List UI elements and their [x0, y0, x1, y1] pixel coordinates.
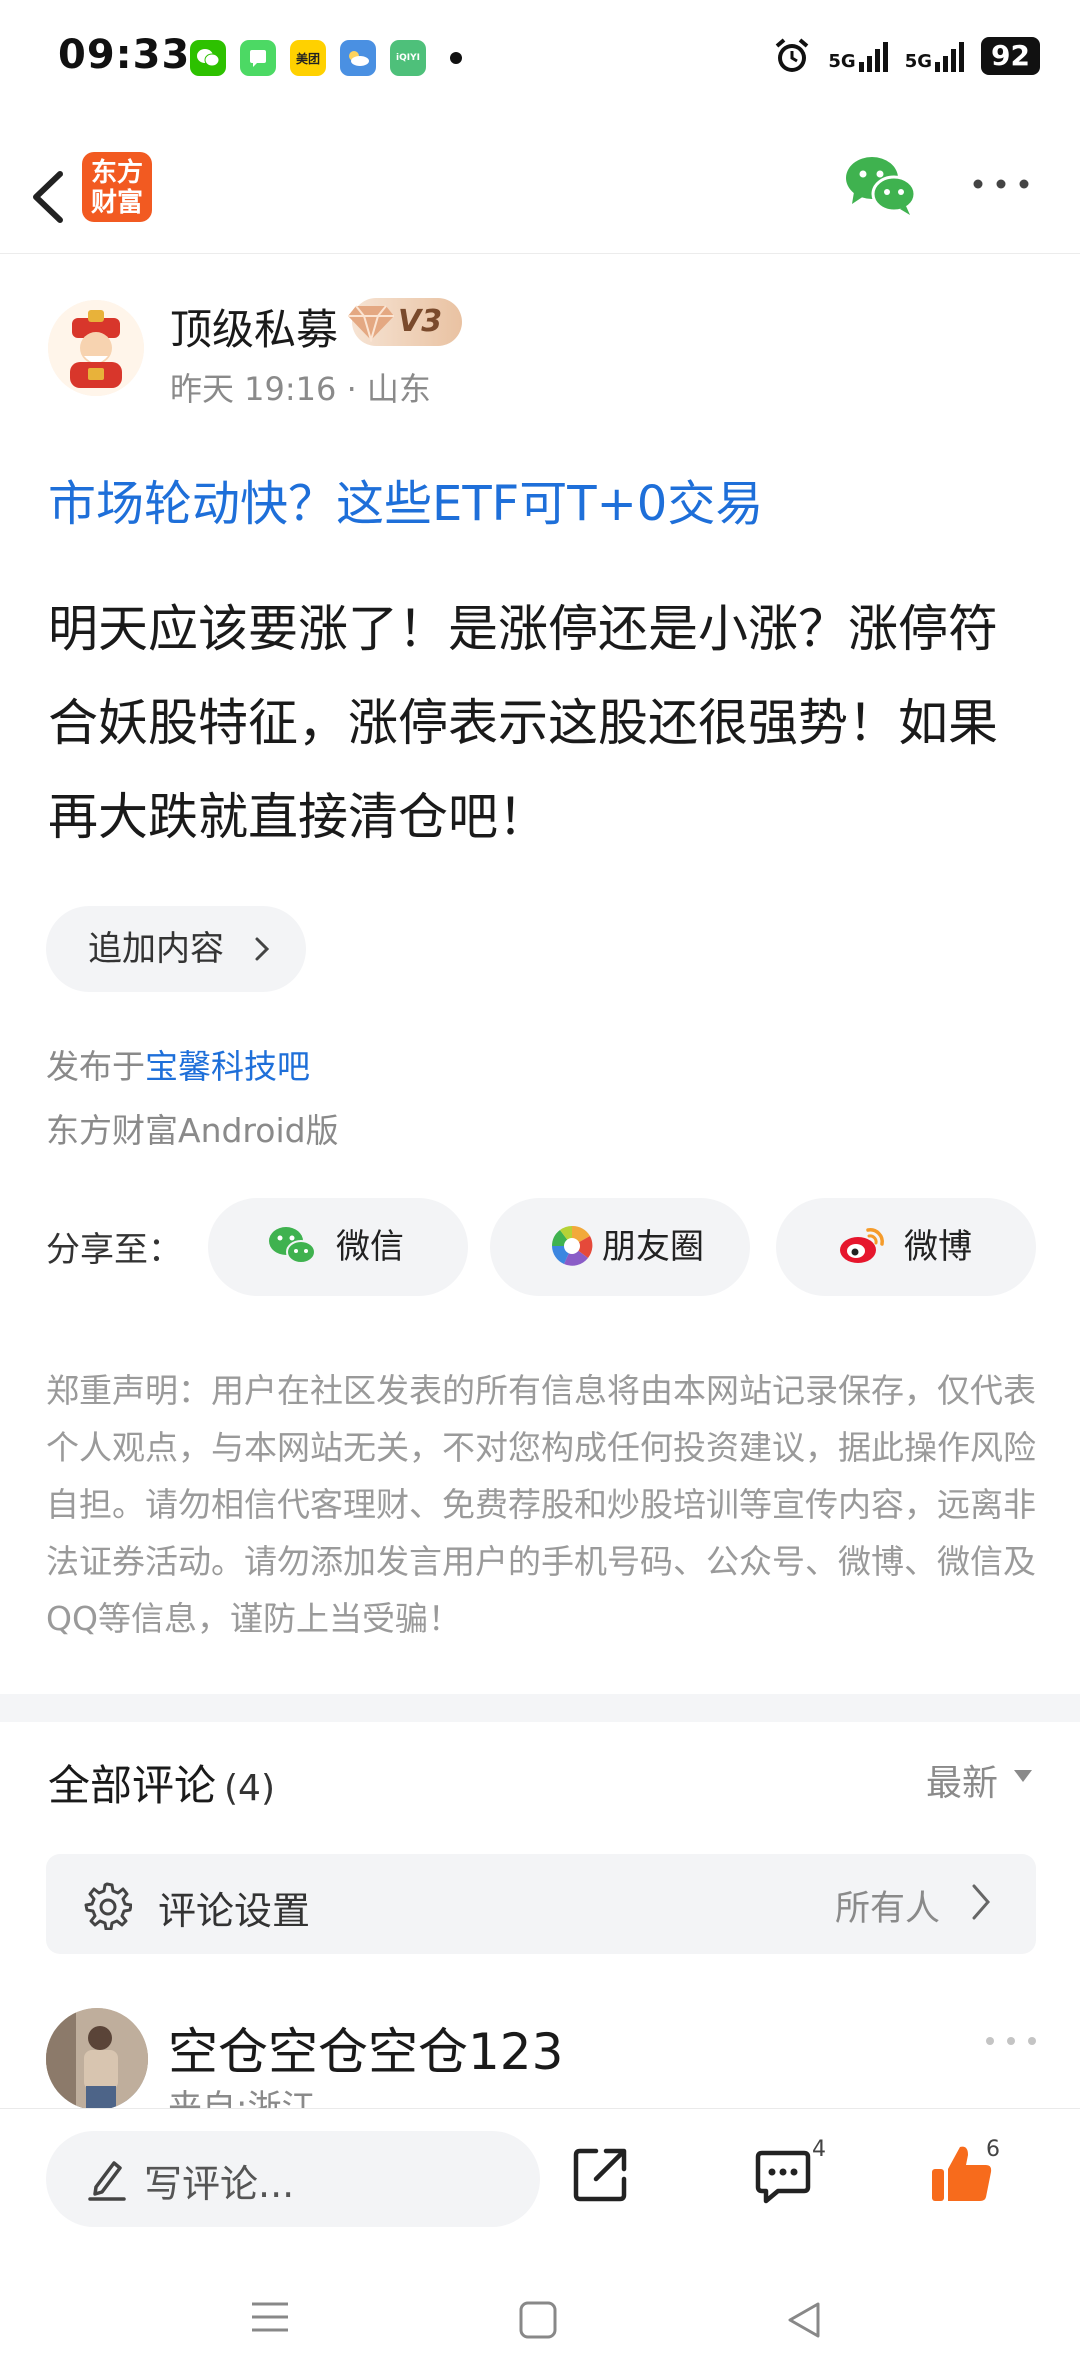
comments-count: (4)	[224, 1768, 276, 1809]
alarm-icon	[776, 38, 809, 72]
append-content-button[interactable]: 追加内容	[46, 906, 306, 992]
comment-more-icon[interactable]	[984, 2032, 1038, 2050]
system-navigation-bar	[0, 2258, 1080, 2376]
battery-level: 92	[981, 37, 1040, 75]
append-content-label: 追加内容	[88, 929, 224, 969]
notification-dot	[450, 52, 462, 64]
share-weibo-button[interactable]: 微博	[776, 1198, 1036, 1296]
share-weibo-label: 微博	[904, 1227, 972, 1267]
share-moments-button[interactable]: 朋友圈	[490, 1198, 750, 1296]
gear-icon	[84, 1882, 132, 1930]
share-wechat-button[interactable]: 微信	[208, 1198, 468, 1296]
signal-1-icon: 5G	[828, 40, 888, 72]
write-comment-placeholder: 写评论...	[144, 2162, 295, 2206]
sort-dropdown[interactable]: 最新	[926, 1754, 998, 1806]
comment-count: 4	[812, 2137, 826, 2162]
share-wechat-label: 微信	[336, 1227, 404, 1267]
comment-icon[interactable]	[754, 2147, 812, 2205]
bottom-action-bar: 写评论... 4 6	[0, 2108, 1080, 2258]
back-arrow-icon[interactable]	[22, 162, 82, 232]
disclaimer: 郑重声明：用户在社区发表的所有信息将由本网站记录保存，仅代表个人观点，与本网站无…	[46, 1371, 1036, 1638]
write-comment-input[interactable]: 写评论...	[46, 2131, 540, 2227]
published-in: 发布于宝馨科技吧	[46, 1040, 310, 1088]
caret-down-icon[interactable]	[1012, 1768, 1034, 1784]
forum-link[interactable]: 宝馨科技吧	[145, 1047, 310, 1086]
diamond-icon	[348, 305, 394, 342]
vip-badge: V3	[348, 298, 462, 346]
messages-icon	[240, 40, 276, 76]
thumbs-up-icon[interactable]	[930, 2143, 994, 2205]
wechat-share-icon[interactable]	[842, 152, 918, 218]
iqiyi-icon: iQIYI	[390, 40, 426, 76]
weibo-icon	[840, 1228, 884, 1263]
client-source: 东方财富Android版	[46, 1111, 339, 1150]
status-bar: 09:33 美团 iQIYI 5G 5G 92	[0, 0, 1080, 120]
post-meta: 昨天 19:16 · 山东	[170, 370, 431, 408]
status-right: 5G 5G 92	[772, 36, 1040, 76]
status-app-icons: 美团 iQIYI	[190, 40, 462, 76]
share-out-icon[interactable]	[572, 2145, 630, 2203]
commenter-avatar[interactable]	[46, 2008, 148, 2110]
post-title[interactable]: 市场轮动快？这些ETF可T+0交易	[48, 464, 763, 534]
published-in-prefix: 发布于	[46, 1047, 145, 1086]
weather-icon	[340, 40, 376, 76]
home-icon[interactable]	[518, 2300, 558, 2340]
comments-title: 全部评论	[48, 1761, 217, 1810]
like-count: 6	[986, 2137, 1000, 2162]
recent-apps-icon[interactable]	[250, 2300, 290, 2334]
author-name[interactable]: 顶级私募	[170, 296, 338, 357]
status-time: 09:33	[58, 32, 191, 78]
pencil-icon	[88, 2161, 126, 2201]
post-body: 明天应该要涨了！是涨停还是小涨？涨停符合妖股特征，涨停表示这股还很强势！如果再大…	[48, 600, 998, 846]
share-label: 分享至：	[46, 1230, 182, 1270]
eastmoney-logo[interactable]: 东方财富	[82, 152, 152, 222]
chevron-right-icon	[255, 937, 270, 961]
comment-settings-value: 所有人	[834, 1889, 940, 1929]
author-avatar[interactable]	[48, 300, 144, 396]
comment-settings-row[interactable]: 评论设置 所有人	[46, 1854, 1036, 1954]
more-menu-icon[interactable]	[970, 172, 1032, 196]
section-divider	[0, 1694, 1080, 1722]
comment-settings-label: 评论设置	[158, 1889, 311, 1933]
comments-header: 全部评论 (4)	[48, 1752, 275, 1813]
system-back-icon[interactable]	[784, 2300, 824, 2340]
moments-icon	[552, 1225, 593, 1266]
wechat-icon	[190, 40, 226, 76]
wechat-icon	[269, 1227, 316, 1264]
vip-level: V3	[398, 304, 443, 339]
top-nav: 东方财富	[0, 140, 1080, 254]
chevron-right-icon	[972, 1884, 990, 1920]
signal-2-icon: 5G	[905, 40, 965, 72]
meituan-icon: 美团	[290, 40, 326, 76]
commenter-name[interactable]: 空仓空仓空仓123	[168, 2012, 563, 2084]
commenter-location: 来自:浙江	[168, 2088, 316, 2108]
share-moments-label: 朋友圈	[602, 1227, 704, 1267]
